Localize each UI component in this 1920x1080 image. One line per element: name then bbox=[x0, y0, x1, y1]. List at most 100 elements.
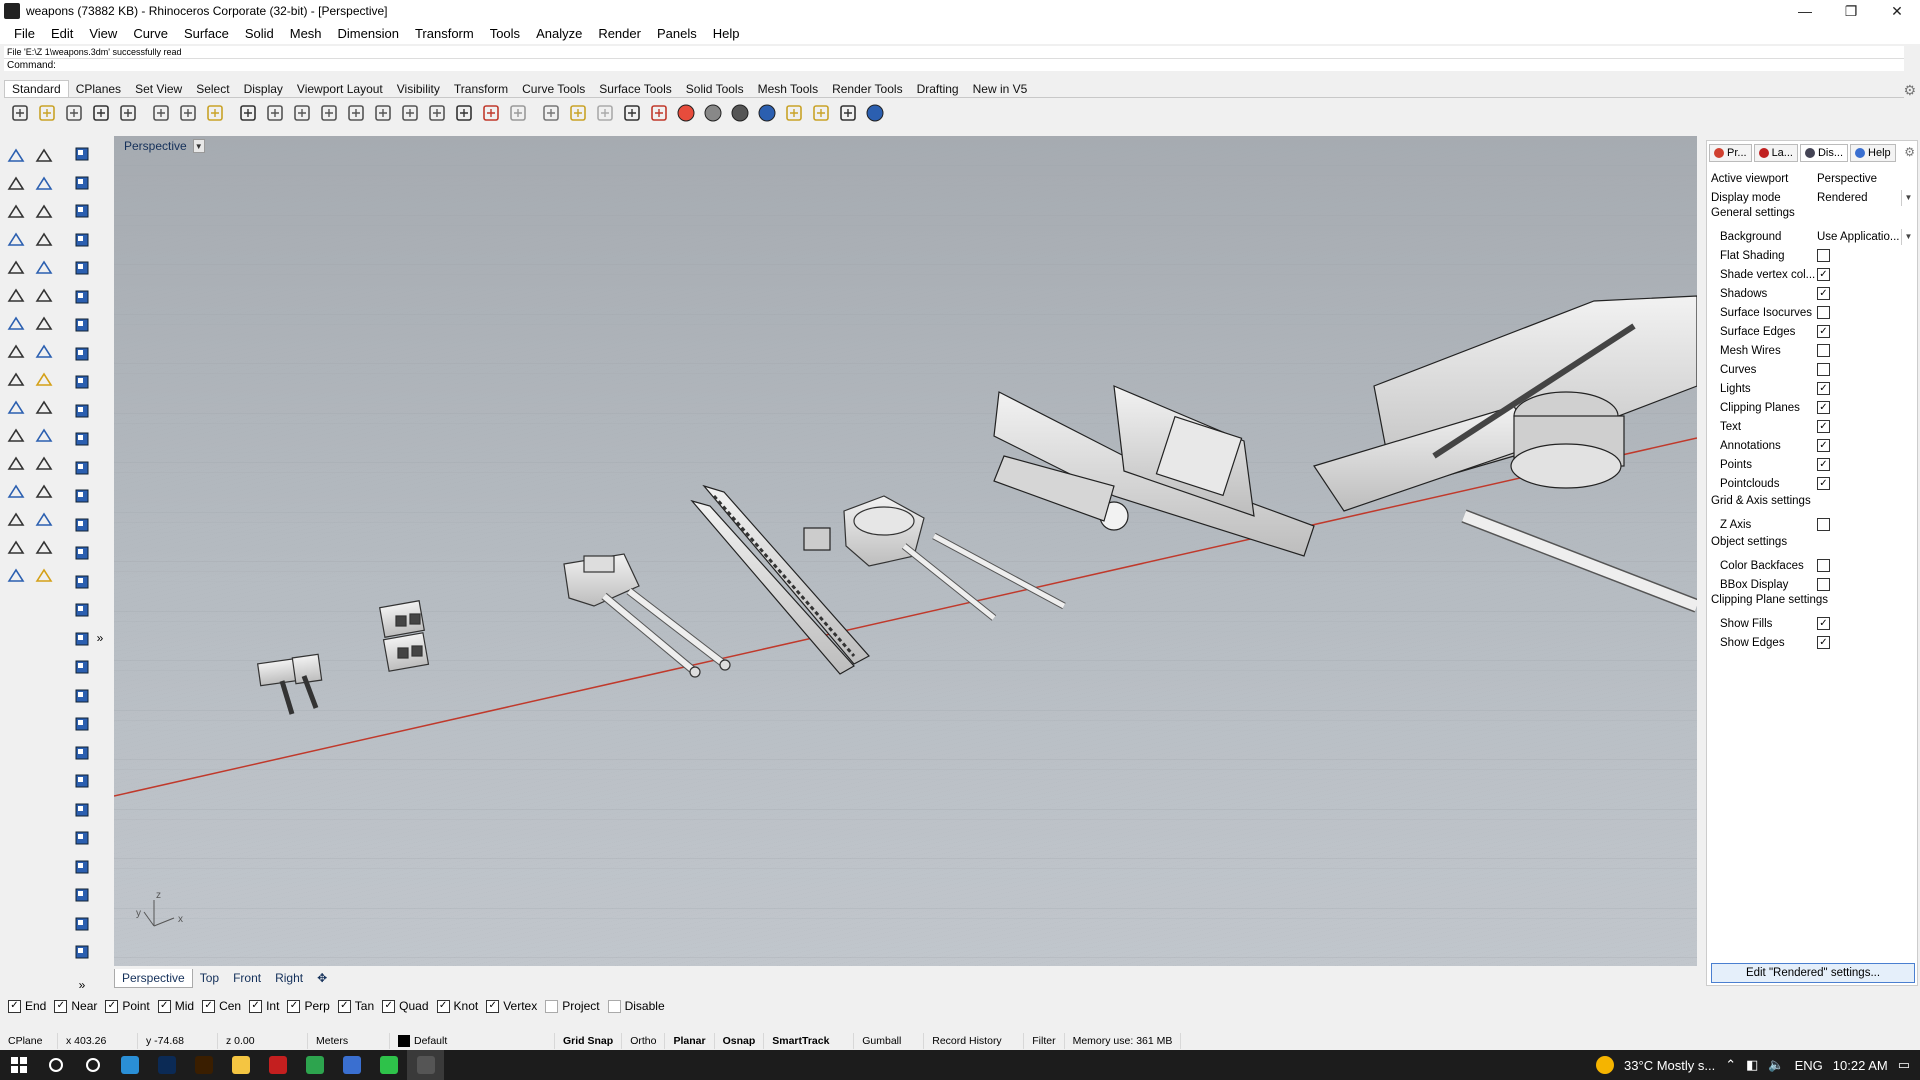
osnap-quad[interactable]: ✓ Quad bbox=[382, 999, 429, 1013]
box-icon[interactable] bbox=[4, 312, 28, 336]
setting-checkbox[interactable] bbox=[1817, 344, 1830, 357]
cut-icon[interactable] bbox=[149, 101, 173, 125]
box-tool-13-icon[interactable] bbox=[70, 598, 94, 622]
toolbar-tab-render-tools[interactable]: Render Tools bbox=[825, 81, 910, 97]
grid-snap-toggle[interactable]: Grid Snap bbox=[555, 1033, 623, 1049]
box-tool-11-icon[interactable] bbox=[70, 541, 94, 565]
clock[interactable]: 10:22 AM bbox=[1833, 1058, 1888, 1073]
box-tool-7-icon[interactable] bbox=[70, 427, 94, 451]
command-input[interactable] bbox=[58, 59, 1904, 71]
toolbar-tab-select[interactable]: Select bbox=[189, 81, 236, 97]
menu-mesh[interactable]: Mesh bbox=[282, 26, 330, 41]
osnap-end[interactable]: ✓ End bbox=[8, 999, 46, 1013]
render-icon[interactable] bbox=[4, 564, 28, 588]
chrome-icon[interactable] bbox=[296, 1050, 333, 1080]
osnap-checkbox[interactable]: ✓ bbox=[105, 999, 119, 1013]
setting-checkbox[interactable]: ✓ bbox=[1817, 325, 1830, 338]
line-icon[interactable] bbox=[370, 1050, 407, 1080]
menu-surface[interactable]: Surface bbox=[176, 26, 237, 41]
display-mode-row[interactable]: Display mode Rendered ▼ bbox=[1711, 188, 1915, 207]
setting-checkbox[interactable]: ✓ bbox=[1817, 636, 1830, 649]
weather-text[interactable]: 33°C Mostly s... bbox=[1624, 1058, 1715, 1073]
snap-points-icon[interactable] bbox=[566, 101, 590, 125]
zoom-icon[interactable] bbox=[317, 101, 341, 125]
smarttrack-toggle[interactable]: SmartTrack bbox=[764, 1033, 855, 1049]
extrude-surface-icon[interactable] bbox=[32, 284, 56, 308]
osnap-checkbox[interactable]: ✓ bbox=[436, 999, 450, 1013]
osnap-checkbox[interactable]: ✓ bbox=[287, 999, 301, 1013]
grid-tool-icon[interactable] bbox=[836, 101, 860, 125]
osnap-checkbox[interactable]: ✓ bbox=[157, 999, 171, 1013]
curve-icon[interactable] bbox=[32, 172, 56, 196]
menu-solid[interactable]: Solid bbox=[237, 26, 282, 41]
menu-dimension[interactable]: Dimension bbox=[330, 26, 407, 41]
polygon-icon[interactable] bbox=[4, 228, 28, 252]
gear-icon[interactable]: ⚙ bbox=[1903, 82, 1916, 99]
block-icon[interactable] bbox=[32, 480, 56, 504]
box-tool-24-icon[interactable] bbox=[70, 912, 94, 936]
setting-checkbox[interactable] bbox=[1817, 363, 1830, 376]
menu-help[interactable]: Help bbox=[705, 26, 748, 41]
car-icon[interactable] bbox=[479, 101, 503, 125]
color-wheel-icon[interactable] bbox=[674, 101, 698, 125]
check-icon[interactable] bbox=[32, 536, 56, 560]
chevron-up-icon[interactable]: ⌃ bbox=[1725, 1057, 1736, 1073]
four-viewports-icon[interactable] bbox=[452, 101, 476, 125]
box-tool-14-icon[interactable] bbox=[70, 627, 94, 651]
edit-rendered-settings-button[interactable]: Edit "Rendered" settings... bbox=[1711, 963, 1915, 983]
tab-top[interactable]: Top bbox=[193, 969, 226, 987]
loft-icon[interactable] bbox=[32, 340, 56, 364]
point-icon[interactable] bbox=[32, 144, 56, 168]
record-history-toggle[interactable]: Record History bbox=[924, 1033, 1025, 1049]
viewport-name[interactable]: Perspective bbox=[124, 139, 187, 153]
polyline-icon[interactable] bbox=[4, 172, 28, 196]
panel-gear-icon[interactable]: ⚙ bbox=[1904, 145, 1915, 159]
save-icon[interactable] bbox=[62, 101, 86, 125]
setting-checkbox[interactable] bbox=[1817, 578, 1830, 591]
illustrator-icon[interactable] bbox=[185, 1050, 222, 1080]
panel-tab-la[interactable]: La... bbox=[1753, 144, 1798, 162]
box-tool-20-icon[interactable] bbox=[70, 798, 94, 822]
osnap-checkbox[interactable]: ✓ bbox=[486, 999, 500, 1013]
osnap-checkbox[interactable]: ✓ bbox=[8, 999, 21, 1013]
target-icon[interactable] bbox=[539, 101, 563, 125]
menu-render[interactable]: Render bbox=[590, 26, 649, 41]
undo-icon[interactable] bbox=[236, 101, 260, 125]
gear-tool-icon[interactable] bbox=[809, 101, 833, 125]
weapon-model-twin-pod[interactable] bbox=[379, 600, 430, 672]
toolbar-tab-display[interactable]: Display bbox=[237, 81, 290, 97]
menu-transform[interactable]: Transform bbox=[407, 26, 482, 41]
box-tool-8-icon[interactable] bbox=[70, 456, 94, 480]
chevron-down-icon[interactable]: ▼ bbox=[1901, 189, 1915, 206]
sphere-icon[interactable] bbox=[32, 312, 56, 336]
zoom-window-icon[interactable] bbox=[371, 101, 395, 125]
sphere-shaded-icon[interactable] bbox=[728, 101, 752, 125]
tab-right[interactable]: Right bbox=[268, 969, 310, 987]
array-icon[interactable] bbox=[4, 508, 28, 532]
box-tool-16-icon[interactable] bbox=[70, 684, 94, 708]
osnap-checkbox[interactable] bbox=[545, 999, 559, 1013]
osnap-checkbox[interactable]: ✓ bbox=[202, 999, 216, 1013]
osnap-perp[interactable]: ✓ Perp bbox=[287, 999, 330, 1013]
select-pen-icon[interactable] bbox=[782, 101, 806, 125]
box-tool-21-icon[interactable] bbox=[70, 826, 94, 850]
group-icon[interactable] bbox=[4, 480, 28, 504]
app-blue-icon[interactable] bbox=[333, 1050, 370, 1080]
add-viewport-icon[interactable]: ✥ bbox=[310, 969, 334, 987]
osnap-mid[interactable]: ✓ Mid bbox=[157, 999, 194, 1013]
sphere-tool-3-icon[interactable] bbox=[70, 199, 94, 223]
toolbar-tab-visibility[interactable]: Visibility bbox=[390, 81, 447, 97]
osnap-checkbox[interactable]: ✓ bbox=[54, 999, 68, 1013]
box-tool-25-icon[interactable] bbox=[70, 940, 94, 964]
setting-checkbox[interactable] bbox=[1817, 518, 1830, 531]
box-tool-18-icon[interactable] bbox=[70, 741, 94, 765]
box-tool-12-icon[interactable] bbox=[70, 570, 94, 594]
panel-tab-help[interactable]: Help bbox=[1850, 144, 1896, 162]
cylinder-icon[interactable] bbox=[4, 340, 28, 364]
menu-analyze[interactable]: Analyze bbox=[528, 26, 590, 41]
search-icon[interactable] bbox=[37, 1050, 74, 1080]
box-tool-23-icon[interactable] bbox=[70, 883, 94, 907]
viewport-title[interactable]: Perspective ▼ bbox=[118, 138, 211, 154]
zoom-selected-icon[interactable] bbox=[398, 101, 422, 125]
setting-checkbox[interactable]: ✓ bbox=[1817, 477, 1830, 490]
